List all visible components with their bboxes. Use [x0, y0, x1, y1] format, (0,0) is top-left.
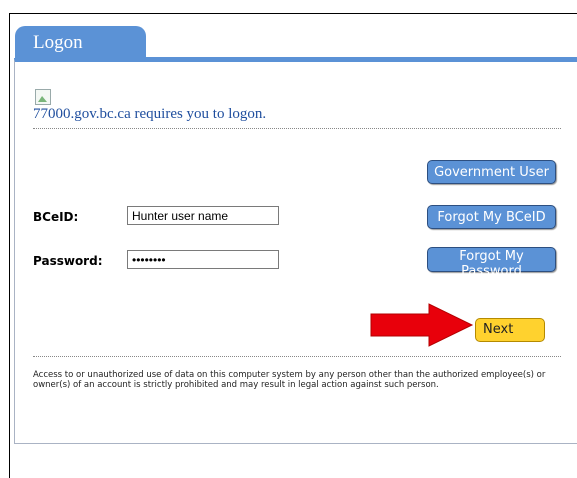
- broken-image-icon: [35, 89, 51, 105]
- password-label: Password:: [33, 254, 103, 268]
- government-user-button[interactable]: Government User: [427, 160, 556, 184]
- page-heading: 77000.gov.bc.ca requires you to logon.: [33, 106, 267, 122]
- password-input[interactable]: [127, 250, 279, 269]
- bceid-input[interactable]: [127, 206, 279, 225]
- next-button[interactable]: Next: [475, 318, 545, 342]
- legal-notice: Access to or unauthorized use of data on…: [33, 370, 546, 390]
- divider-top: [33, 128, 561, 129]
- tab-logon[interactable]: Logon: [15, 26, 146, 58]
- forgot-bceid-button[interactable]: Forgot My BCeID: [427, 205, 556, 229]
- bceid-label: BCeID:: [33, 210, 79, 224]
- forgot-password-button[interactable]: Forgot My Password: [427, 247, 556, 279]
- red-arrow-icon: [370, 303, 474, 347]
- divider-bottom: [33, 356, 561, 357]
